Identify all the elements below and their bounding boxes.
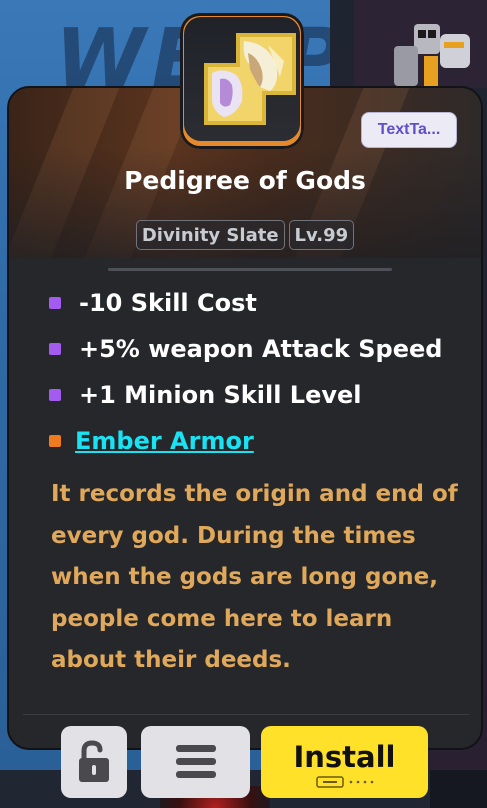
stat-row: -10 Skill Cost (49, 280, 469, 326)
item-portrait (184, 17, 300, 141)
stat-text: +5% weapon Attack Speed (79, 335, 443, 363)
lock-button[interactable] (61, 726, 127, 798)
stat-row: +5% weapon Attack Speed (49, 326, 469, 372)
set-link-ember-armor[interactable]: Ember Armor (75, 427, 254, 455)
tag-badge[interactable]: TextTa... (361, 112, 457, 148)
divine-portrait-icon (204, 33, 296, 125)
set-bullet-icon (49, 435, 61, 447)
item-icon-frame (180, 13, 304, 149)
unlock-icon (79, 740, 109, 782)
keyboard-icon (315, 776, 373, 788)
stat-bullet-icon (49, 343, 61, 355)
stat-text: +1 Minion Skill Level (79, 381, 362, 409)
item-level-chip: Lv.99 (288, 220, 355, 250)
item-name: Pedigree of Gods (124, 166, 366, 195)
background-thumbnail-dark (430, 770, 487, 808)
install-button[interactable]: Install (261, 726, 428, 798)
stat-text: -10 Skill Cost (79, 289, 257, 317)
menu-icon (175, 745, 216, 778)
set-row: Ember Armor (49, 418, 469, 464)
item-tooltip: TextTa... Pedigree of Gods Divinity Slat… (7, 86, 483, 750)
menu-button[interactable] (141, 726, 250, 798)
stat-bullet-icon (49, 297, 61, 309)
item-chips: Divinity Slate Lv.99 (9, 220, 481, 250)
install-label: Install (293, 740, 396, 774)
stat-list: -10 Skill Cost +5% weapon Attack Speed +… (49, 280, 469, 464)
footer-divider (23, 714, 469, 715)
divider (108, 268, 392, 271)
armored-character-art (394, 24, 470, 86)
stat-row: +1 Minion Skill Level (49, 372, 469, 418)
stat-bullet-icon (49, 389, 61, 401)
item-type-chip: Divinity Slate (135, 220, 285, 250)
item-description: It records the origin and end of every g… (51, 481, 458, 673)
